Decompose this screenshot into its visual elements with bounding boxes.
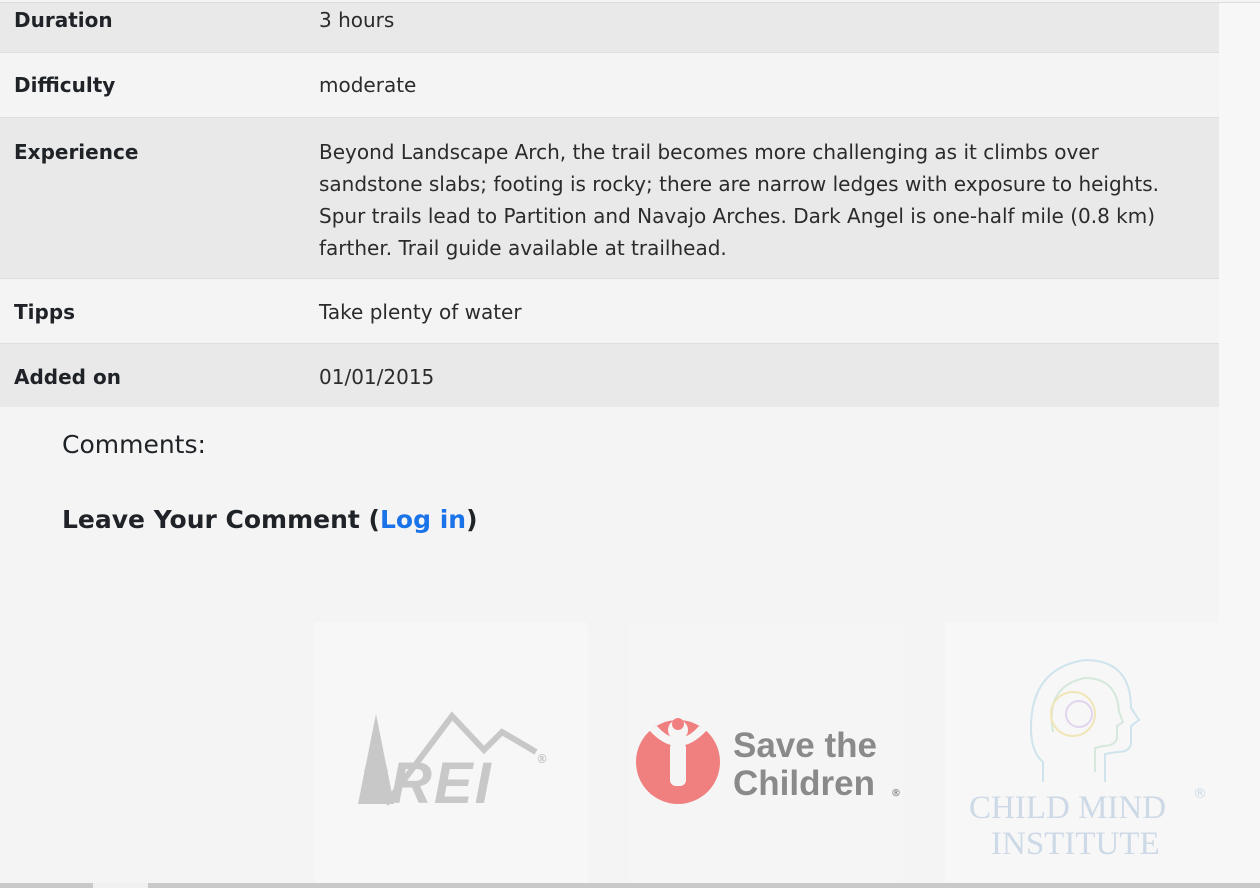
comments-heading: Comments: — [62, 430, 206, 459]
save-the-children-registered-mark: ® — [891, 788, 901, 799]
horizontal-scrollbar[interactable] — [0, 883, 1260, 888]
table-row: Difficulty moderate — [0, 52, 1219, 117]
child-mind-registered-mark: ® — [1193, 786, 1207, 802]
right-margin — [1219, 3, 1260, 883]
sponsor-save-the-children-card[interactable]: Save the Children ® — [629, 622, 903, 884]
row-label: Added on — [14, 364, 121, 389]
scrollbar-thumb[interactable] — [93, 883, 148, 888]
leave-comment-suffix: ) — [466, 505, 478, 534]
sponsor-child-mind-institute-card[interactable]: CHILD MIND ® INSTITUTE — [945, 622, 1219, 884]
leave-comment-heading: Leave Your Comment (Log in) — [62, 505, 478, 534]
child-mind-line1: CHILD MIND — [969, 790, 1167, 826]
row-value: 01/01/2015 — [319, 364, 435, 389]
table-row: Added on 01/01/2015 — [0, 343, 1219, 407]
sponsor-rei-card[interactable]: REI ® — [314, 622, 588, 884]
table-row: Experience Beyond Landscape Arch, the tr… — [0, 117, 1219, 278]
rei-registered-mark: ® — [536, 752, 548, 766]
save-the-children-line2: Children — [733, 764, 875, 803]
row-label: Duration — [14, 8, 113, 32]
row-value: moderate — [319, 72, 417, 97]
save-the-children-line1: Save the — [733, 726, 877, 765]
row-label: Difficulty — [14, 72, 116, 97]
child-mind-line2: INSTITUTE — [991, 826, 1160, 862]
rei-wordmark: REI — [390, 751, 493, 816]
table-row: Tipps Take plenty of water — [0, 278, 1219, 343]
row-label: Experience — [14, 139, 139, 164]
row-value: Beyond Landscape Arch, the trail becomes… — [319, 139, 1159, 260]
row-value: 3 hours — [319, 8, 395, 32]
row-value: Take plenty of water — [319, 299, 522, 324]
table-row: Duration 3 hours — [0, 3, 1219, 52]
row-label: Tipps — [14, 299, 76, 324]
trail-details-table: Duration 3 hours Difficulty moderate Exp… — [0, 3, 1219, 407]
login-link[interactable]: Log in — [380, 505, 466, 534]
leave-comment-prefix: Leave Your Comment ( — [62, 505, 380, 534]
